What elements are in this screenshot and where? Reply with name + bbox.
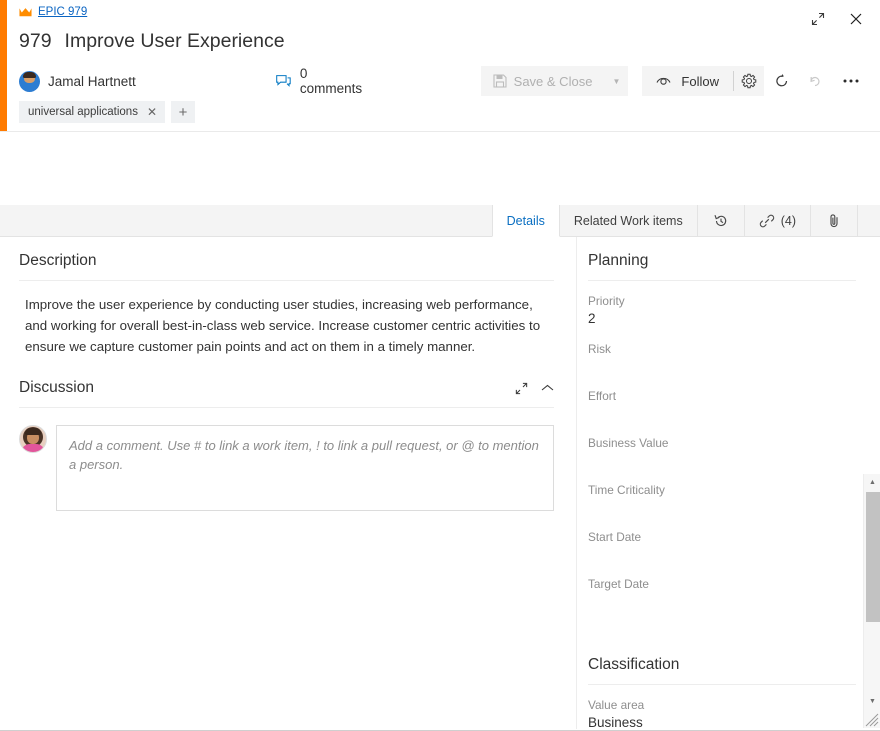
save-close-group: Save & Close ▼ [480,66,629,96]
work-item-form: EPIC 979 979 Improve User Experience Jam… [0,0,880,731]
field-value[interactable]: 2 [588,311,856,329]
tag-chip[interactable]: universal applications ✕ [19,101,166,123]
tab-details[interactable]: Details [491,205,560,237]
expand-diagonal-icon[interactable] [804,6,832,32]
field-value[interactable] [588,500,856,517]
add-tag-button[interactable]: + [171,101,196,123]
tags-row: universal applications ✕ + [19,101,196,123]
work-item-header: EPIC 979 979 Improve User Experience Jam… [0,0,880,131]
avatar [19,70,40,92]
classification-heading: Classification [588,656,680,673]
comments-count-label: 0 comments [299,66,363,96]
page-title: 979 Improve User Experience [19,30,285,53]
details-right-pane: Planning Priority 2 Risk Effort Business… [576,237,880,731]
tab-related-work-items[interactable]: Related Work items [560,205,698,237]
field-value[interactable] [588,406,856,423]
tag-label: universal applications [28,106,138,118]
save-disk-icon [493,74,507,88]
field-value[interactable] [588,453,856,470]
follow-group: Follow [642,66,764,96]
follow-button[interactable]: Follow [642,66,733,96]
assignee-name: Jamal Hartnett [48,73,136,89]
field-business-value: Business Value [588,423,856,470]
field-time-criticality: Time Criticality [588,470,856,517]
attachment-icon [830,214,838,228]
field-start-date: Start Date [588,517,856,564]
chevron-up-icon[interactable] [541,384,554,393]
avatar [19,425,47,453]
assigned-to[interactable]: Jamal Hartnett [19,70,136,92]
scrollbar-thumb[interactable] [866,492,880,622]
field-value-area: Value area Business [588,685,856,731]
tab-links-count: (4) [780,214,796,228]
expand-diagonal-icon[interactable] [514,381,529,396]
details-left-pane: Description Improve the user experience … [0,237,576,729]
comment-bubble-icon [276,74,291,87]
description-text[interactable]: Improve the user experience by conductin… [19,281,554,357]
breadcrumb: EPIC 979 [19,6,87,18]
field-label: Target Date [588,577,649,591]
tab-history[interactable] [698,205,745,237]
description-heading: Description [19,252,97,269]
field-value[interactable] [588,594,856,611]
chevron-down-icon[interactable]: ▼ [604,66,628,96]
epic-crown-icon [19,7,32,16]
field-priority: Priority 2 [588,281,856,329]
discussion-header-actions [514,381,554,396]
triangle-down-icon[interactable]: ▼ [864,693,880,710]
work-item-title[interactable]: Improve User Experience [65,30,285,53]
comment-input[interactable]: Add a comment. Use # to link a work item… [56,425,554,511]
resize-grip-icon[interactable] [865,713,879,727]
comment-placeholder: Add a comment. Use # to link a work item… [69,438,539,472]
field-risk: Risk [588,329,856,376]
field-label: Value area [588,698,645,712]
save-and-close-label: Save & Close [513,73,593,89]
refresh-icon[interactable] [767,66,797,96]
history-icon [714,215,726,227]
tab-links[interactable]: (4) [745,205,811,237]
discussion-heading: Discussion [19,379,94,396]
close-icon[interactable]: ✕ [147,106,157,118]
triangle-up-icon[interactable]: ▲ [864,474,880,491]
classification-block: Classification Value area Business [588,611,856,731]
discussion-header: Discussion [19,357,554,397]
comments-link[interactable]: 0 comments [276,66,364,96]
work-item-fields-strip: State Active Reason Implementation start… [0,131,880,323]
gear-icon[interactable] [734,66,764,96]
planning-heading: Planning [588,252,649,269]
field-label: Risk [588,342,611,356]
field-label: Time Criticality [588,483,665,497]
tab-related-work-items-label: Related Work items [573,214,683,228]
undo-icon [800,66,830,96]
work-item-meta: Jamal Hartnett 0 comments [19,66,362,96]
field-label: Start Date [588,530,642,544]
link-icon [759,214,774,228]
field-label: Business Value [588,436,669,450]
field-value[interactable] [588,359,856,376]
field-target-date: Target Date [588,564,856,611]
breadcrumb-epic-link[interactable]: EPIC 979 [38,6,87,18]
tab-details-label: Details [506,213,545,228]
tab-attachments[interactable] [811,205,858,237]
save-and-close-button[interactable]: Save & Close [481,66,605,96]
add-comment-row: Add a comment. Use # to link a work item… [19,408,554,511]
work-item-body: Description Improve the user experience … [0,237,880,731]
vertical-scrollbar[interactable]: ▲ ▼ [863,474,880,728]
field-effort: Effort [588,376,856,423]
work-item-tabs: Details Related Work items (4) [0,205,880,237]
ellipsis-icon[interactable] [836,66,866,96]
close-icon[interactable] [842,6,870,32]
field-value[interactable] [588,547,856,564]
follow-label: Follow [681,73,719,89]
field-value[interactable]: Business [588,715,856,731]
window-controls [804,6,870,32]
work-item-id: 979 [19,30,52,52]
field-label: Priority [588,294,625,308]
eye-icon [656,77,671,85]
work-item-type-accent-bar [0,0,7,131]
work-item-toolbar: Save & Close ▼ Follow [480,66,866,96]
field-label: Effort [588,389,616,403]
